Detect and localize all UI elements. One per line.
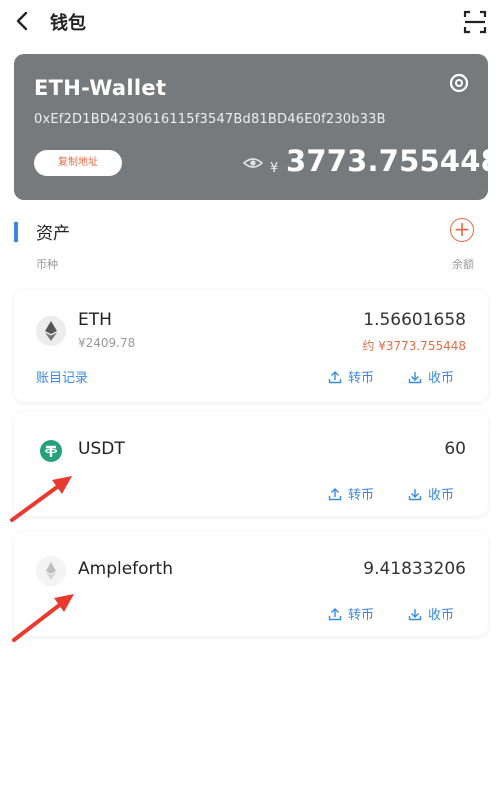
eth-icon (36, 316, 66, 346)
scan-icon[interactable] (462, 9, 488, 35)
column-balance-label: 余额 (452, 258, 474, 271)
receive-button[interactable]: 收币 (408, 484, 454, 503)
token-card-usdt[interactable]: USDT 60 转币 收币 (14, 412, 488, 516)
settings-icon[interactable] (448, 72, 470, 94)
wallet-address: 0xEf2D1BD4230616115f3547Bd81BD46E0f230b3… (34, 112, 386, 127)
copy-address-button[interactable]: 复制地址 (34, 150, 122, 176)
add-asset-button[interactable]: + (450, 218, 474, 242)
download-icon (408, 371, 422, 383)
wallet-page: 钱包 ETH-Wallet 0xEf2D1BD4230616115f3547Bd… (0, 0, 500, 796)
column-coin-label: 币种 (36, 258, 58, 271)
ledger-link[interactable]: 账目记录 (36, 367, 88, 386)
transfer-button[interactable]: 转币 (328, 484, 374, 503)
token-card-eth[interactable]: ETH ¥2409.78 1.56601658 约 ¥3773.755448 账… (14, 290, 488, 402)
receive-label: 收币 (428, 608, 455, 623)
token-symbol: ETH (78, 310, 112, 330)
back-arrow-icon[interactable] (12, 8, 34, 34)
token-approx-value: 约 ¥3773.755448 (362, 339, 466, 353)
currency-symbol: ¥ (270, 161, 279, 176)
receive-label: 收币 (428, 488, 455, 503)
upload-icon (328, 607, 342, 620)
transfer-label: 转币 (348, 371, 375, 386)
eye-icon[interactable] (243, 155, 263, 171)
annotation-arrow-icon (10, 476, 72, 522)
assets-title: 资产 (36, 224, 70, 244)
token-price: ¥2409.78 (78, 336, 136, 350)
wallet-card: ETH-Wallet 0xEf2D1BD4230616115f3547Bd81B… (14, 54, 488, 200)
receive-button[interactable]: 收币 (408, 367, 454, 386)
receive-label: 收币 (428, 371, 455, 386)
wallet-name: ETH-Wallet (34, 76, 167, 100)
transfer-label: 转币 (348, 488, 375, 503)
upload-icon (328, 487, 342, 500)
upload-icon (328, 370, 342, 383)
total-balance: 3773.755448 (286, 144, 488, 178)
transfer-button[interactable]: 转币 (328, 604, 374, 623)
transfer-button[interactable]: 转币 (328, 367, 374, 386)
page-title: 钱包 (50, 13, 86, 34)
download-icon (408, 608, 422, 620)
token-symbol: Ampleforth (78, 559, 173, 579)
token-card-ampleforth[interactable]: Ampleforth 9.41833206 转币 收币 (14, 532, 488, 636)
usdt-icon (40, 440, 62, 462)
token-amount: 1.56601658 (363, 310, 466, 330)
ampleforth-icon (36, 556, 66, 586)
token-symbol: USDT (78, 439, 125, 459)
token-amount: 9.41833206 (363, 559, 466, 579)
section-marker (14, 222, 18, 242)
transfer-label: 转币 (348, 608, 375, 623)
token-amount: 60 (444, 439, 466, 459)
top-bar: 钱包 (0, 0, 500, 46)
download-icon (408, 488, 422, 500)
annotation-arrow-icon (12, 594, 74, 642)
receive-button[interactable]: 收币 (408, 604, 454, 623)
